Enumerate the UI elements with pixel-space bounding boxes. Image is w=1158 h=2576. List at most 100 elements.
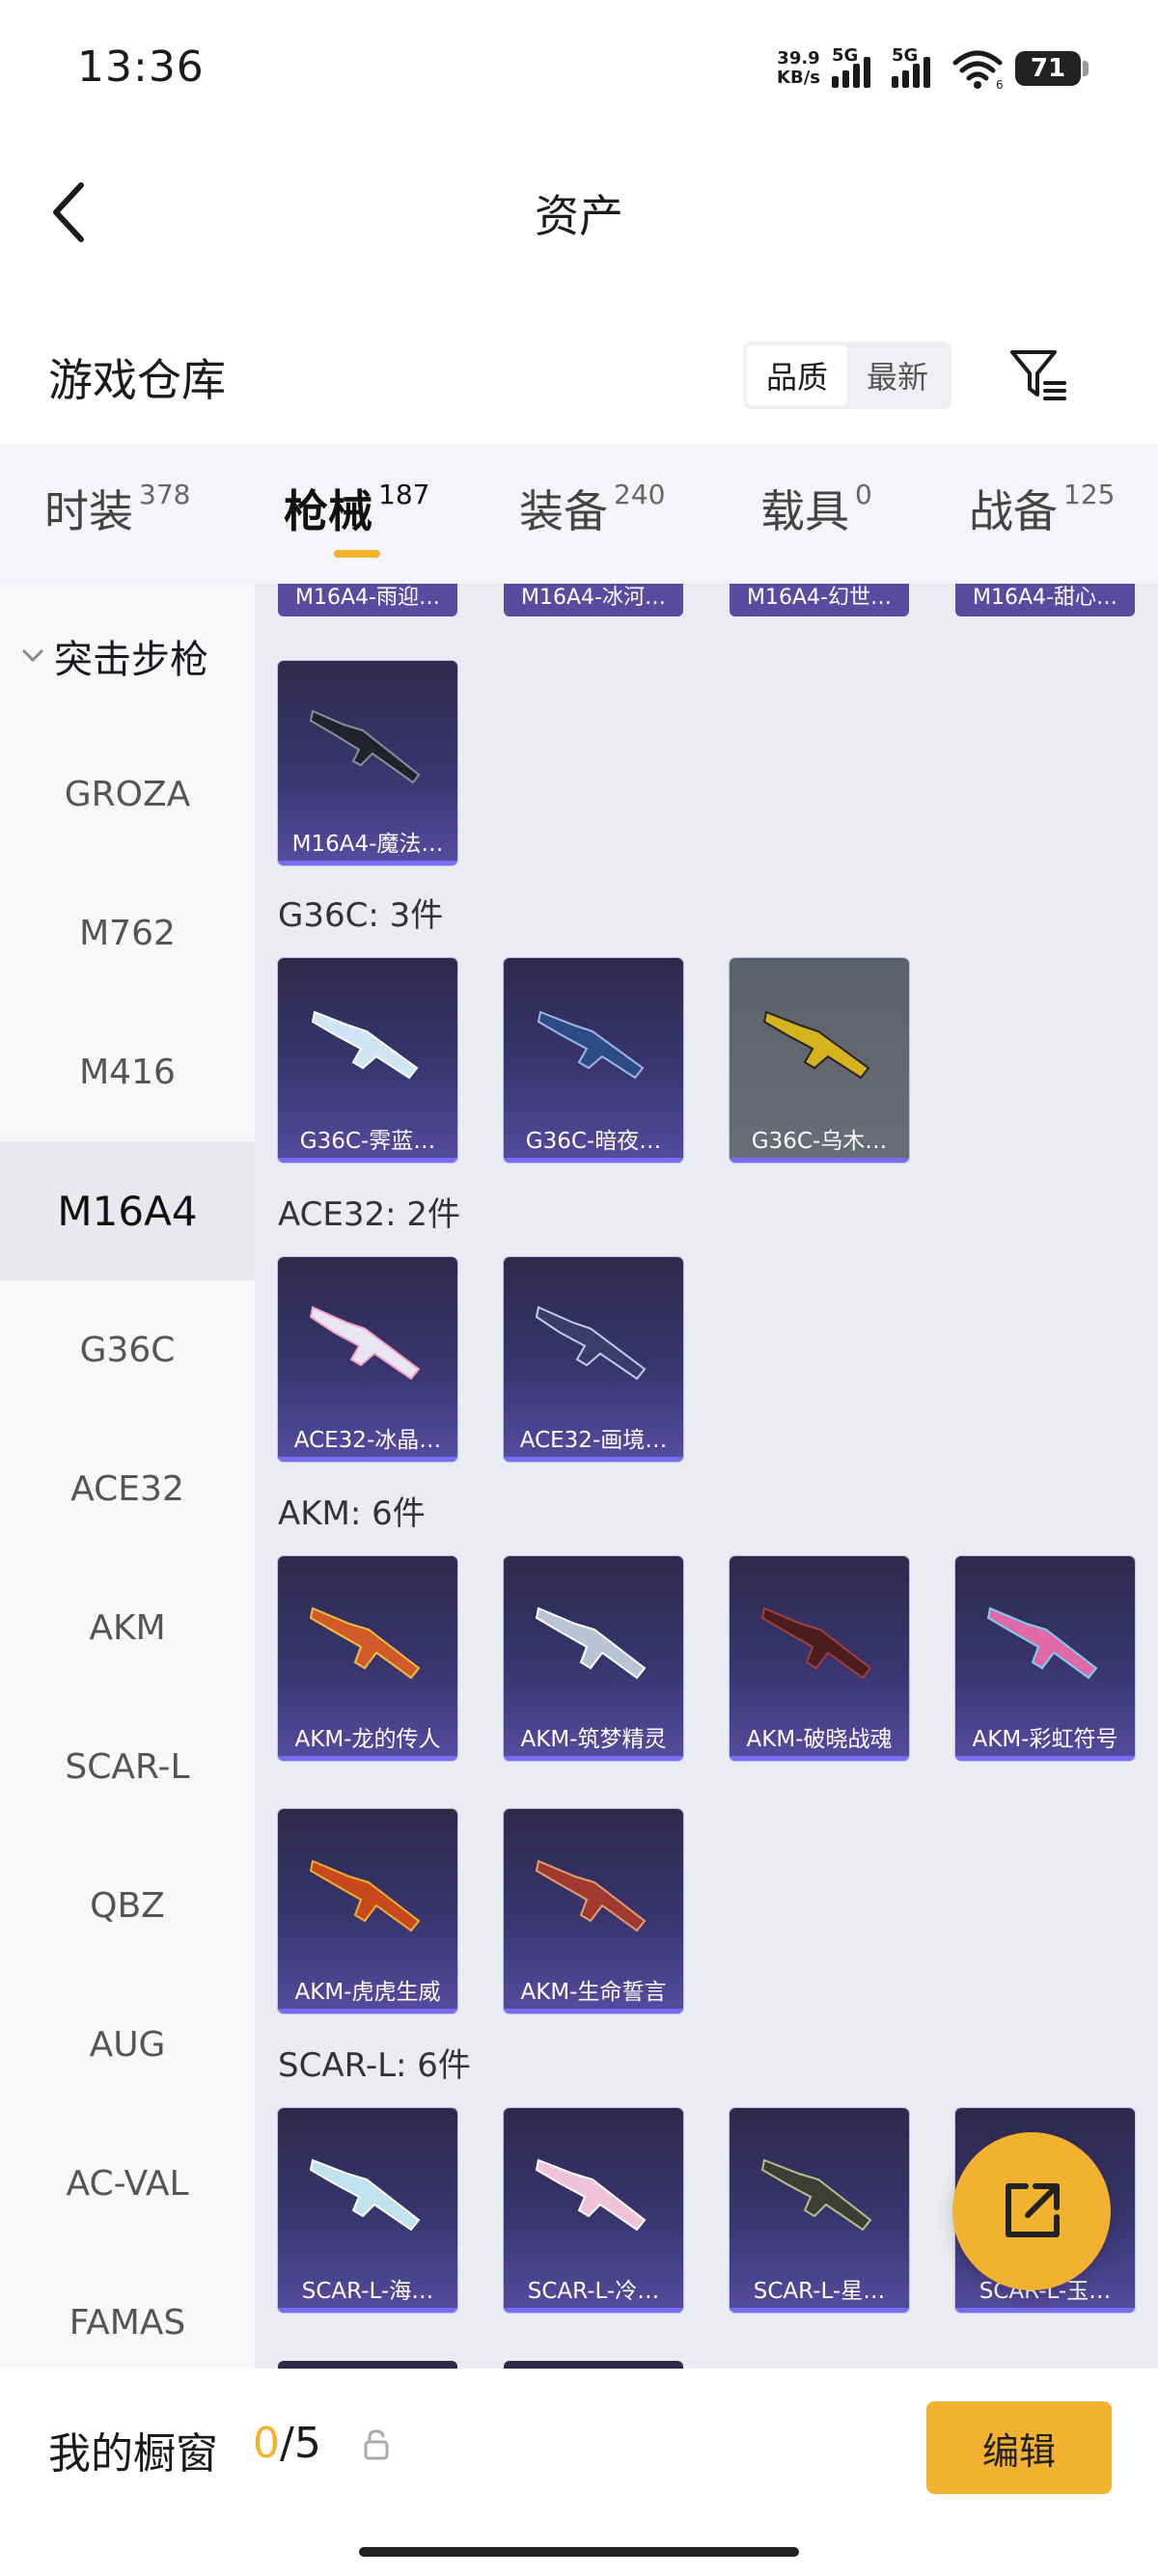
item-card[interactable]: SCAR-L-星… [730, 2108, 909, 2313]
showcase-count: 0/5 [253, 2419, 321, 2468]
rifle-icon [535, 1305, 647, 1381]
rifle-icon [535, 2158, 647, 2232]
tab-label: 时装 [44, 485, 133, 537]
sidebar-item-aug[interactable]: AUG [0, 1975, 255, 2114]
network-speed: 39.9 KB/s [777, 49, 820, 88]
page-title: 资产 [535, 190, 623, 242]
rifle-icon [311, 1010, 419, 1080]
tab-label: 装备 [519, 485, 608, 537]
item-card[interactable] [278, 2361, 457, 2369]
sidebar-item-akm[interactable]: AKM [0, 1558, 255, 1697]
active-tab-indicator [334, 550, 380, 558]
item-card[interactable]: AKM-彩虹符号 [955, 1556, 1135, 1761]
category-header[interactable]: 突击步枪 [0, 622, 255, 690]
item-card[interactable]: M16A4-甜心… [955, 584, 1135, 617]
sidebar-item-ac-val[interactable]: AC-VAL [0, 2114, 255, 2253]
tab-label: 枪械 [284, 485, 372, 537]
item-name: G36C-霁蓝… [299, 1129, 436, 1154]
rifle-icon [760, 2158, 872, 2232]
tab-count: 240 [614, 479, 666, 510]
share-external-icon [1006, 2183, 1060, 2237]
sidebar-item-ace32[interactable]: ACE32 [0, 1419, 255, 1558]
item-name: M16A4-魔法… [291, 832, 444, 857]
bottom-bar: 我的橱窗 0/5 编辑 [0, 2369, 1158, 2533]
item-grid: M16A4-雨迎… M16A4-冰河… M16A4-幻世… M16A4-甜心… … [255, 584, 1158, 2369]
item-card[interactable]: G36C-暗夜… [504, 958, 683, 1163]
sim2-signal-icon: 5G [892, 45, 940, 88]
rifle-icon [309, 2158, 421, 2232]
tab-label: 载具 [760, 485, 849, 537]
weapon-sidebar: 突击步枪 GROZA M762 M416 M16A4 G36C ACE32 AK… [0, 584, 255, 2369]
rifle-icon [309, 1606, 421, 1680]
item-name: AKM-生命誓言 [520, 1980, 667, 2005]
network-speed-value: 39.9 [777, 48, 820, 69]
network-speed-unit: KB/s [777, 68, 820, 88]
item-card[interactable]: AKM-筑梦精灵 [504, 1556, 683, 1761]
wifi-icon: 6 [952, 50, 1004, 90]
rifle-icon [535, 1606, 647, 1680]
tab-vehicles[interactable]: 载具 0 [760, 477, 872, 540]
tab-count: 187 [378, 479, 430, 510]
sidebar-item-m16a4[interactable]: M16A4 [0, 1141, 255, 1280]
chevron-down-icon [22, 649, 43, 663]
rifle-icon [762, 1010, 870, 1080]
rifle-icon [309, 709, 421, 784]
item-card[interactable]: M16A4-幻世… [730, 584, 909, 617]
item-card[interactable]: AKM-破晓战魂 [730, 1556, 909, 1761]
share-button[interactable] [952, 2132, 1111, 2290]
sidebar-item-scar-l[interactable]: SCAR-L [0, 1697, 255, 1836]
item-card[interactable]: M16A4-雨迎… [278, 584, 457, 617]
status-time: 13:36 [77, 42, 205, 92]
item-name: ACE32-画境… [519, 1428, 668, 1453]
item-name: AKM-龙的传人 [294, 1727, 441, 1752]
filter-button[interactable] [1004, 342, 1071, 409]
item-name: M16A4-幻世… [747, 586, 892, 610]
tab-fashion[interactable]: 时装 378 [44, 477, 190, 540]
item-card[interactable]: SCAR-L-海… [278, 2108, 457, 2313]
tab-tactical[interactable]: 战备 125 [969, 477, 1115, 540]
item-card[interactable]: AKM-龙的传人 [278, 1556, 457, 1761]
item-name: M16A4-冰河… [521, 586, 666, 610]
item-card[interactable]: ACE32-画境… [504, 1257, 683, 1462]
section-header: 游戏仓库 品质 最新 [0, 328, 1158, 425]
tab-count: 0 [855, 479, 872, 510]
item-card[interactable] [504, 2361, 683, 2369]
group-label-ace32: ACE32: 2件 [278, 1195, 461, 1234]
item-name: ACE32-冰晶… [293, 1428, 442, 1453]
sidebar-item-m762[interactable]: M762 [0, 863, 255, 1002]
tab-firearms[interactable]: 枪械 187 [284, 477, 429, 540]
item-name: M16A4-甜心… [973, 586, 1117, 610]
item-card[interactable]: M16A4-冰河… [504, 584, 683, 617]
item-card[interactable]: SCAR-L-冷… [504, 2108, 683, 2313]
showcase-current: 0 [253, 2419, 280, 2468]
sidebar-item-famas[interactable]: FAMAS [0, 2253, 255, 2369]
sim1-label: 5G [832, 45, 859, 66]
sort-newest-option[interactable]: 最新 [847, 345, 948, 405]
item-name: AKM-筑梦精灵 [520, 1727, 667, 1752]
item-name: SCAR-L-海… [301, 2279, 434, 2304]
item-card[interactable]: AKM-虎虎生威 [278, 1809, 457, 2014]
item-name: AKM-虎虎生威 [294, 1980, 441, 2005]
lock-icon [364, 2429, 389, 2460]
item-card[interactable]: AKM-生命誓言 [504, 1809, 683, 2014]
sidebar-item-g36c[interactable]: G36C [0, 1280, 255, 1419]
sim2-label: 5G [892, 45, 919, 66]
tab-count: 378 [139, 479, 191, 510]
sidebar-item-groza[interactable]: GROZA [0, 725, 255, 863]
item-card[interactable]: G36C-霁蓝… [278, 958, 457, 1163]
group-label-akm: AKM: 6件 [278, 1494, 426, 1533]
item-card[interactable]: G36C-乌木… [730, 958, 909, 1163]
item-card[interactable]: ACE32-冰晶… [278, 1257, 457, 1462]
edit-button[interactable]: 编辑 [926, 2401, 1112, 2494]
tab-count: 125 [1063, 479, 1116, 510]
sim1-signal-icon: 5G [832, 45, 880, 88]
group-label-g36c: G36C: 3件 [278, 896, 444, 935]
sidebar-item-m416[interactable]: M416 [0, 1002, 255, 1141]
category-label: 突击步枪 [54, 638, 208, 682]
tab-equipment[interactable]: 装备 240 [519, 477, 665, 540]
item-name: AKM-彩虹符号 [972, 1727, 1118, 1752]
item-card[interactable]: M16A4-魔法… [278, 661, 457, 865]
rifle-icon [535, 1859, 647, 1932]
sort-quality-option[interactable]: 品质 [747, 345, 847, 405]
sidebar-item-qbz[interactable]: QBZ [0, 1836, 255, 1975]
